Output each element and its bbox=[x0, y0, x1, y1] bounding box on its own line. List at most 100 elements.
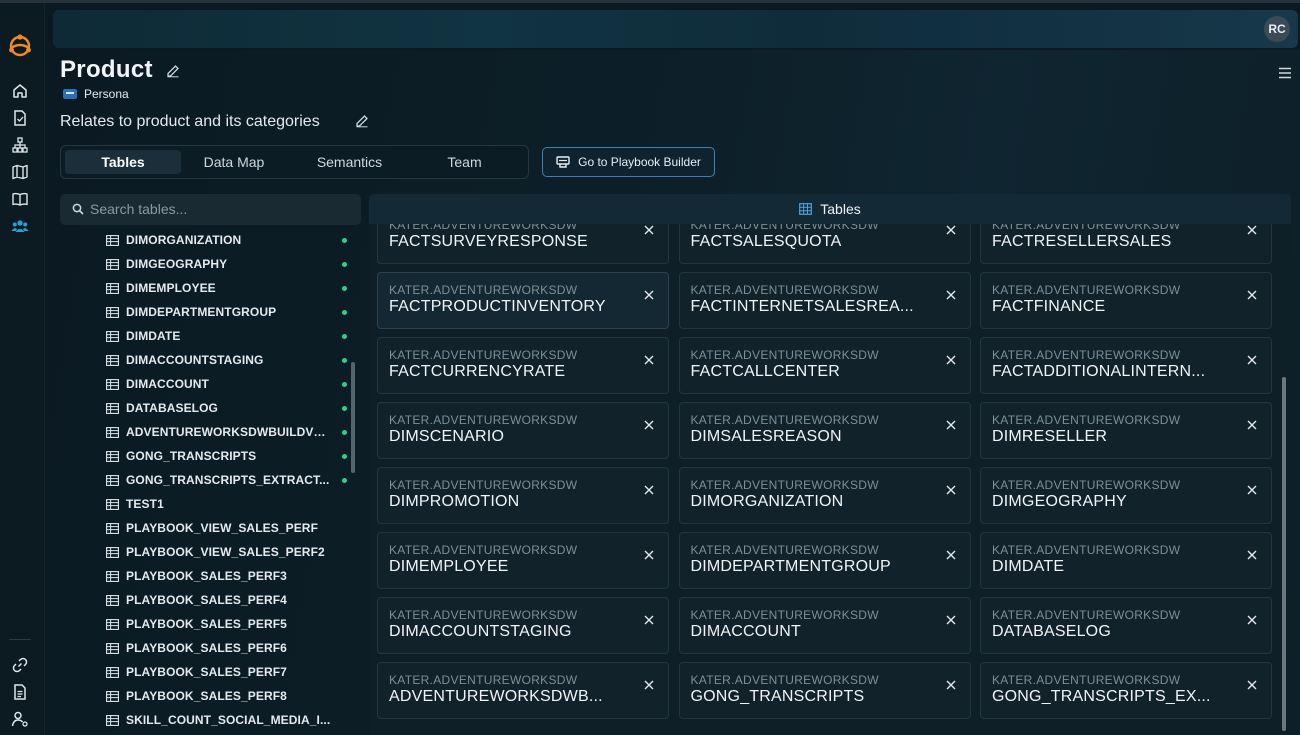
tree-item[interactable]: DIMACCOUNTSTAGING bbox=[106, 348, 351, 372]
tree-scrollbar[interactable] bbox=[351, 362, 355, 473]
tree-item[interactable]: GONG_TRANSCRIPTS_EXTRACT... bbox=[106, 468, 351, 492]
remove-table-icon[interactable] bbox=[1247, 680, 1257, 690]
table-card[interactable]: KATER.ADVENTUREWORKSDW GONG_TRANSCRIPTS bbox=[678, 662, 971, 719]
table-icon bbox=[106, 690, 119, 702]
tree-item[interactable]: PLAYBOOK_SALES_PERF4 bbox=[106, 588, 351, 612]
map-icon[interactable] bbox=[11, 163, 29, 181]
tree-item[interactable]: ADVENTUREWORKSDWBUILDVE... bbox=[106, 420, 351, 444]
remove-table-icon[interactable] bbox=[1247, 290, 1257, 300]
tree-item[interactable]: PLAYBOOK_SALES_PERF5 bbox=[106, 612, 351, 636]
table-card[interactable]: KATER.ADVENTUREWORKSDW FACTINTERNETSALESR… bbox=[678, 272, 971, 329]
home-icon[interactable] bbox=[11, 82, 29, 100]
tree-item[interactable]: PLAYBOOK_SALES_PERF7 bbox=[106, 660, 351, 684]
table-card[interactable]: KATER.ADVENTUREWORKSDW DIMACCOUNTSTAGING bbox=[377, 597, 669, 654]
app-logo-icon[interactable] bbox=[6, 31, 34, 59]
user-avatar[interactable]: RC bbox=[1264, 16, 1290, 42]
remove-table-icon[interactable] bbox=[644, 680, 654, 690]
tree-item[interactable]: PLAYBOOK_SALES_PERF8 bbox=[106, 684, 351, 708]
table-card[interactable]: KATER.ADVENTUREWORKSDW FACTFINANCE bbox=[980, 272, 1272, 329]
remove-table-icon[interactable] bbox=[644, 485, 654, 495]
edit-description-icon[interactable] bbox=[355, 114, 369, 128]
remove-table-icon[interactable] bbox=[644, 290, 654, 300]
table-card[interactable]: KATER.ADVENTUREWORKSDW DATABASELOG bbox=[980, 597, 1272, 654]
edit-title-icon[interactable] bbox=[166, 64, 180, 78]
table-card[interactable]: KATER.ADVENTUREWORKSDW FACTRESELLERSALES bbox=[980, 224, 1272, 264]
tree-item[interactable]: DIMACCOUNT bbox=[106, 372, 351, 396]
table-card-name: DATABASELOG bbox=[992, 623, 1111, 640]
remove-table-icon[interactable] bbox=[1247, 420, 1257, 430]
tree-item[interactable]: DIMDATE bbox=[106, 324, 351, 348]
table-card[interactable]: KATER.ADVENTUREWORKSDW DIMSCENARIO bbox=[377, 402, 669, 459]
team-icon[interactable] bbox=[11, 217, 29, 235]
remove-table-icon[interactable] bbox=[946, 615, 956, 625]
table-card[interactable]: KATER.ADVENTUREWORKSDW DIMDEPARTMENTGROUP bbox=[678, 532, 971, 589]
tree-item[interactable]: PLAYBOOK_SALES_PERF3 bbox=[106, 564, 351, 588]
hierarchy-icon[interactable] bbox=[11, 136, 29, 154]
table-card[interactable]: KATER.ADVENTUREWORKSDW ADVENTUREWORKSDWB.… bbox=[377, 662, 669, 719]
tab-team[interactable]: Team bbox=[407, 150, 522, 174]
table-card[interactable]: KATER.ADVENTUREWORKSDW DIMEMPLOYEE bbox=[377, 532, 669, 589]
remove-table-icon[interactable] bbox=[946, 550, 956, 560]
table-card[interactable]: KATER.ADVENTUREWORKSDW FACTADDITIONALINTE… bbox=[980, 337, 1272, 394]
link-icon[interactable] bbox=[11, 656, 29, 674]
book-icon[interactable] bbox=[11, 190, 29, 208]
tree-item[interactable]: PLAYBOOK_SALES_PERF6 bbox=[106, 636, 351, 660]
remove-table-icon[interactable] bbox=[1247, 550, 1257, 560]
remove-table-icon[interactable] bbox=[946, 680, 956, 690]
tree-item-label: DATABASELOG bbox=[126, 401, 218, 415]
table-card[interactable]: KATER.ADVENTUREWORKSDW FACTSURVEYRESPONSE bbox=[377, 224, 669, 264]
tree-item[interactable]: TEST1 bbox=[106, 492, 351, 516]
table-card[interactable]: KATER.ADVENTUREWORKSDW DIMDATE bbox=[980, 532, 1272, 589]
remove-table-icon[interactable] bbox=[946, 420, 956, 430]
tables-scrollbar[interactable] bbox=[1282, 377, 1286, 731]
table-card[interactable]: KATER.ADVENTUREWORKSDW DIMSALESREASON bbox=[678, 402, 971, 459]
table-cards: KATER.ADVENTUREWORKSDW FACTSURVEYRESPONSE… bbox=[369, 224, 1291, 735]
table-card[interactable]: KATER.ADVENTUREWORKSDW FACTPRODUCTINVENTO… bbox=[377, 272, 669, 329]
document-icon[interactable] bbox=[11, 109, 29, 127]
remove-table-icon[interactable] bbox=[1247, 485, 1257, 495]
table-card-name: DIMACCOUNT bbox=[690, 623, 801, 640]
tab-tables[interactable]: Tables bbox=[65, 150, 181, 174]
tree-item[interactable]: DIMORGANIZATION bbox=[106, 228, 351, 252]
remove-table-icon[interactable] bbox=[644, 550, 654, 560]
tree-item[interactable]: SKILL_COUNT_SOCIAL_MEDIA_I... bbox=[106, 708, 351, 732]
remove-table-icon[interactable] bbox=[644, 615, 654, 625]
tree-item[interactable]: GONG_TRANSCRIPTS bbox=[106, 444, 351, 468]
tab-semantics[interactable]: Semantics bbox=[292, 150, 407, 174]
tree-item[interactable]: DIMEMPLOYEE bbox=[106, 276, 351, 300]
remove-table-icon[interactable] bbox=[644, 225, 654, 235]
remove-table-icon[interactable] bbox=[946, 225, 956, 235]
remove-table-icon[interactable] bbox=[644, 420, 654, 430]
table-card-name: DIMDEPARTMENTGROUP bbox=[690, 558, 891, 575]
tree-item[interactable]: PLAYBOOK_VIEW_SALES_PERF2 bbox=[106, 540, 351, 564]
remove-table-icon[interactable] bbox=[644, 355, 654, 365]
remove-table-icon[interactable] bbox=[1247, 355, 1257, 365]
table-card-name: DIMPROMOTION bbox=[389, 493, 520, 510]
tab-data-map[interactable]: Data Map bbox=[180, 150, 288, 174]
table-icon bbox=[106, 306, 119, 318]
table-card[interactable]: KATER.ADVENTUREWORKSDW GONG_TRANSCRIPTS_E… bbox=[980, 662, 1272, 719]
table-card[interactable]: KATER.ADVENTUREWORKSDW DIMACCOUNT bbox=[678, 597, 971, 654]
remove-table-icon[interactable] bbox=[946, 485, 956, 495]
table-card[interactable]: KATER.ADVENTUREWORKSDW DIMGEOGRAPHY bbox=[980, 467, 1272, 524]
tree-item[interactable]: DATABASELOG bbox=[106, 396, 351, 420]
table-card-name: FACTINTERNETSALESREA... bbox=[690, 298, 914, 315]
table-card[interactable]: KATER.ADVENTUREWORKSDW FACTSALESQUOTA bbox=[678, 224, 971, 264]
file-icon[interactable] bbox=[11, 683, 29, 701]
table-card[interactable]: KATER.ADVENTUREWORKSDW DIMRESELLER bbox=[980, 402, 1272, 459]
remove-table-icon[interactable] bbox=[1247, 615, 1257, 625]
tree-item[interactable]: DIMDEPARTMENTGROUP bbox=[106, 300, 351, 324]
menu-icon[interactable] bbox=[1278, 66, 1292, 79]
remove-table-icon[interactable] bbox=[946, 290, 956, 300]
tree-item[interactable]: DIMGEOGRAPHY bbox=[106, 252, 351, 276]
table-card[interactable]: KATER.ADVENTUREWORKSDW DIMPROMOTION bbox=[377, 467, 669, 524]
table-card[interactable]: KATER.ADVENTUREWORKSDW DIMORGANIZATION bbox=[678, 467, 971, 524]
table-card[interactable]: KATER.ADVENTUREWORKSDW FACTCURRENCYRATE bbox=[377, 337, 669, 394]
remove-table-icon[interactable] bbox=[946, 355, 956, 365]
search-input[interactable] bbox=[90, 199, 350, 219]
user-settings-icon[interactable] bbox=[11, 710, 29, 728]
tree-item[interactable]: PLAYBOOK_VIEW_SALES_PERF bbox=[106, 516, 351, 540]
remove-table-icon[interactable] bbox=[1247, 225, 1257, 235]
go-to-playbook-builder-button[interactable]: Go to Playbook Builder bbox=[542, 147, 715, 177]
table-card[interactable]: KATER.ADVENTUREWORKSDW FACTCALLCENTER bbox=[678, 337, 971, 394]
